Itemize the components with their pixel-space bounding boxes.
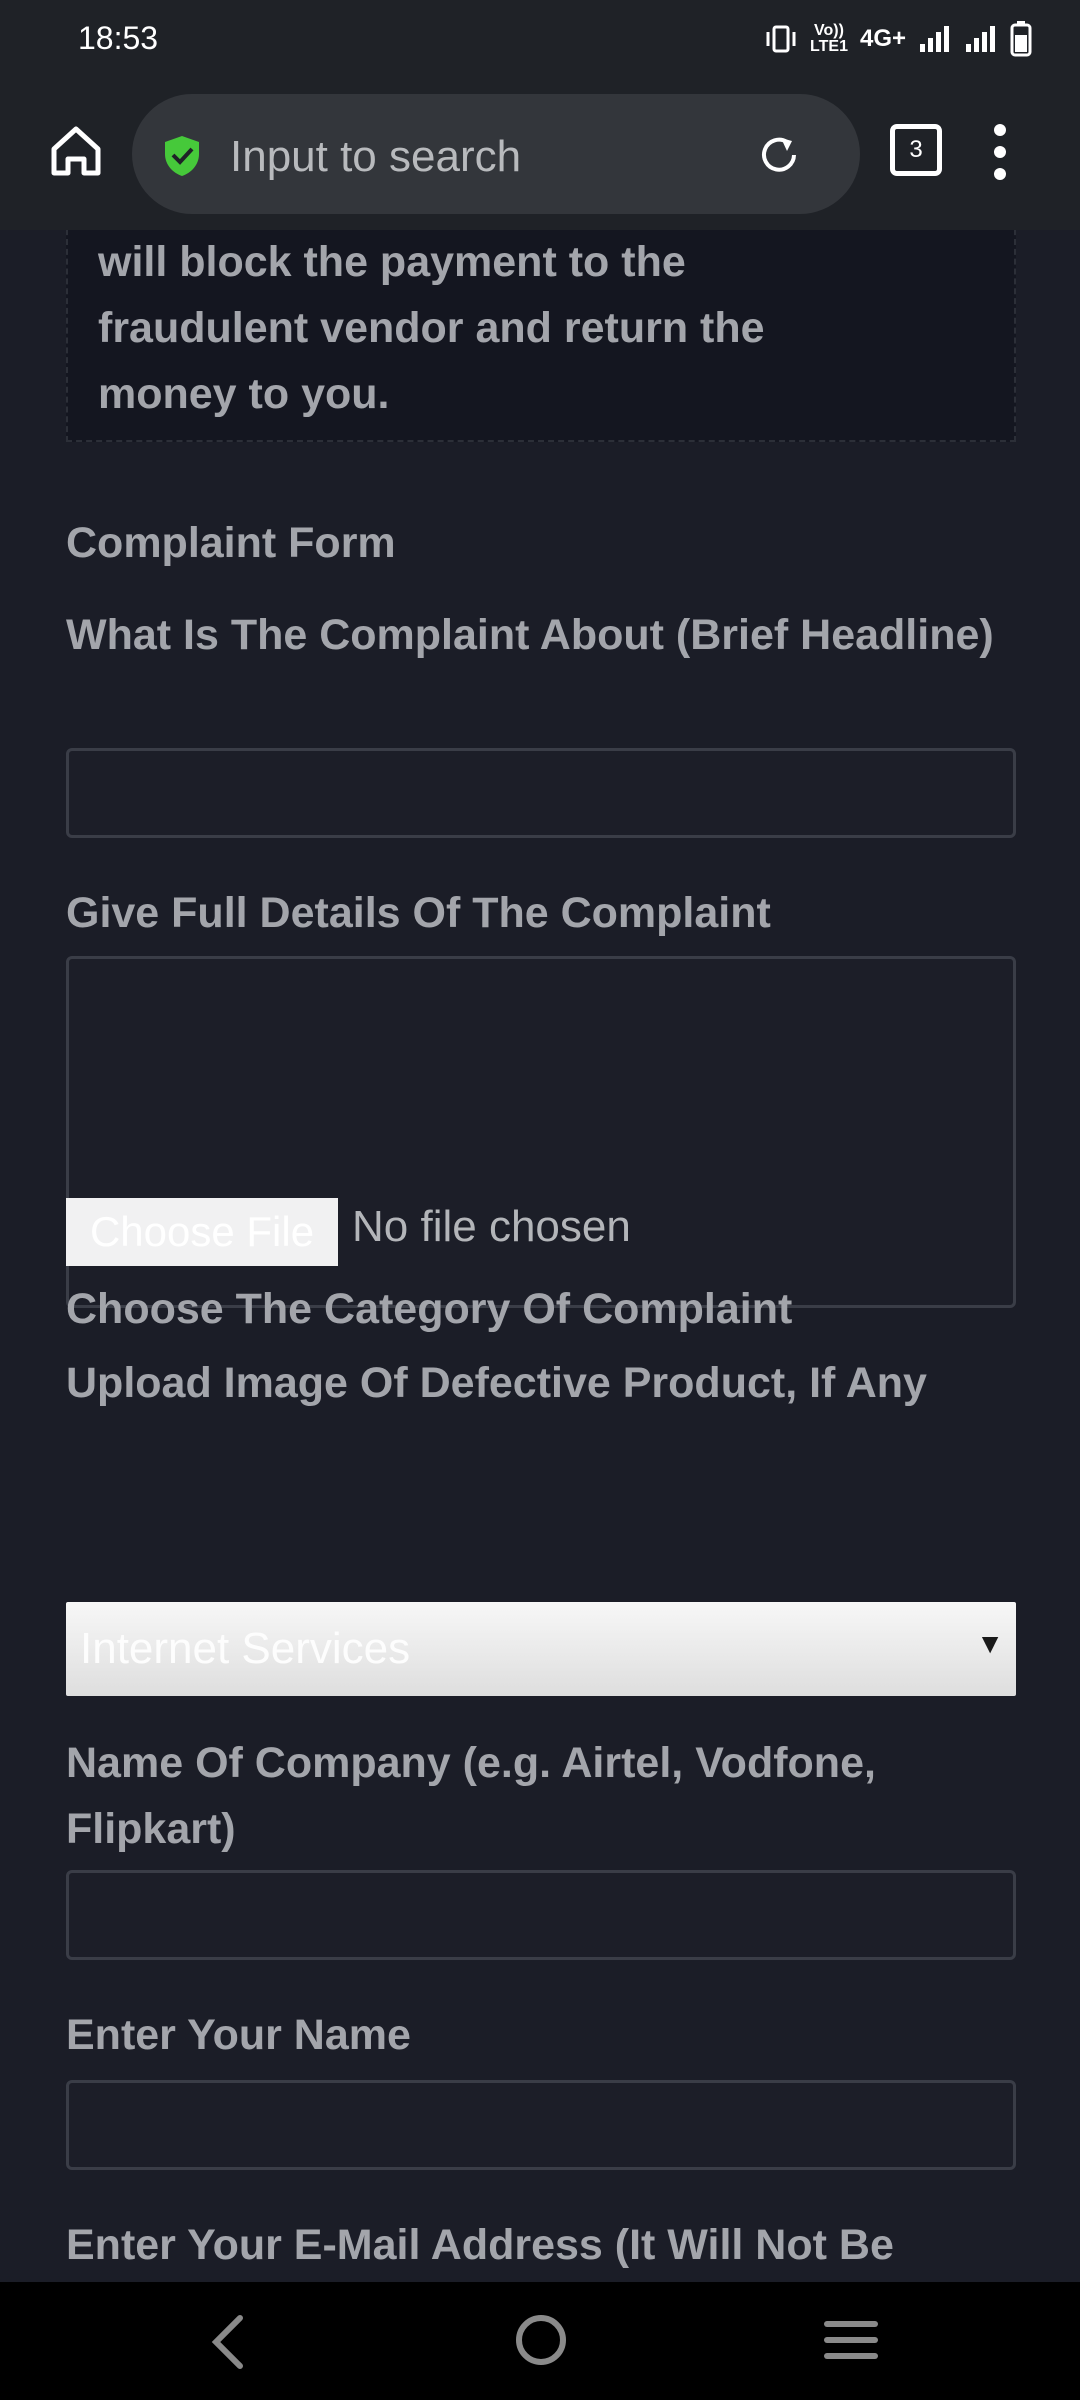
notice-line: fraudulent vendor and return the <box>98 304 765 352</box>
status-icons: Vo)) LTE1 4G+ <box>764 20 1032 58</box>
more-options-icon[interactable] <box>990 122 1010 182</box>
dropdown-arrow-icon: ▼ <box>976 1628 1004 1659</box>
notice-box: will block the payment to the fraudulent… <box>66 230 1016 442</box>
tab-switcher-button[interactable]: 3 <box>890 124 942 176</box>
network-type: 4G+ <box>859 25 906 52</box>
form-title: Complaint Form <box>66 519 396 567</box>
volte-indicator: Vo)) LTE1 <box>810 22 848 55</box>
notice-line: will block the payment to the <box>98 238 686 286</box>
home-icon[interactable] <box>46 121 106 181</box>
home-circle-icon[interactable] <box>515 2314 567 2366</box>
address-bar[interactable]: Input to search <box>132 94 860 214</box>
category-label: Choose The Category Of Complaint <box>66 1285 793 1333</box>
back-icon[interactable] <box>208 2314 248 2370</box>
signal-icon-sim2 <box>966 26 995 52</box>
name-label: Enter Your Name <box>66 2011 411 2059</box>
choose-file-button[interactable]: Choose File <box>66 1198 338 1266</box>
search-input[interactable]: Input to search <box>230 132 521 182</box>
company-label: Name Of Company (e.g. Airtel, Vodfone, F… <box>66 1739 876 1853</box>
category-select[interactable]: Internet Services ▼ <box>66 1602 1016 1696</box>
browser-toolbar: Input to search 3 <box>0 78 1080 230</box>
battery-icon <box>1010 21 1032 57</box>
company-input[interactable] <box>66 1870 1016 1960</box>
recents-icon[interactable] <box>824 2318 878 2362</box>
email-label: Enter Your E-Mail Address (It Will Not B… <box>66 2221 894 2269</box>
details-label: Give Full Details Of The Complaint <box>66 889 771 937</box>
headline-label: What Is The Complaint About (Brief Headl… <box>66 611 994 659</box>
system-navigation-bar <box>0 2282 1080 2400</box>
category-selected-value: Internet Services <box>80 1624 411 1673</box>
signal-icon-sim1 <box>920 26 949 52</box>
no-file-text: No file chosen <box>352 1202 631 1251</box>
status-bar: 18:53 Vo)) LTE1 4G+ <box>0 0 1080 78</box>
status-time: 18:53 <box>78 20 159 56</box>
reload-icon[interactable] <box>754 130 804 180</box>
tab-count: 3 <box>909 136 923 163</box>
name-input[interactable] <box>66 2080 1016 2170</box>
headline-input[interactable] <box>66 748 1016 838</box>
notice-line: money to you. <box>98 370 390 418</box>
page-content: will block the payment to the fraudulent… <box>0 230 1080 2282</box>
upload-label: Upload Image Of Defective Product, If An… <box>66 1359 927 1407</box>
vibrate-icon <box>766 25 796 53</box>
secure-shield-icon <box>165 136 199 176</box>
